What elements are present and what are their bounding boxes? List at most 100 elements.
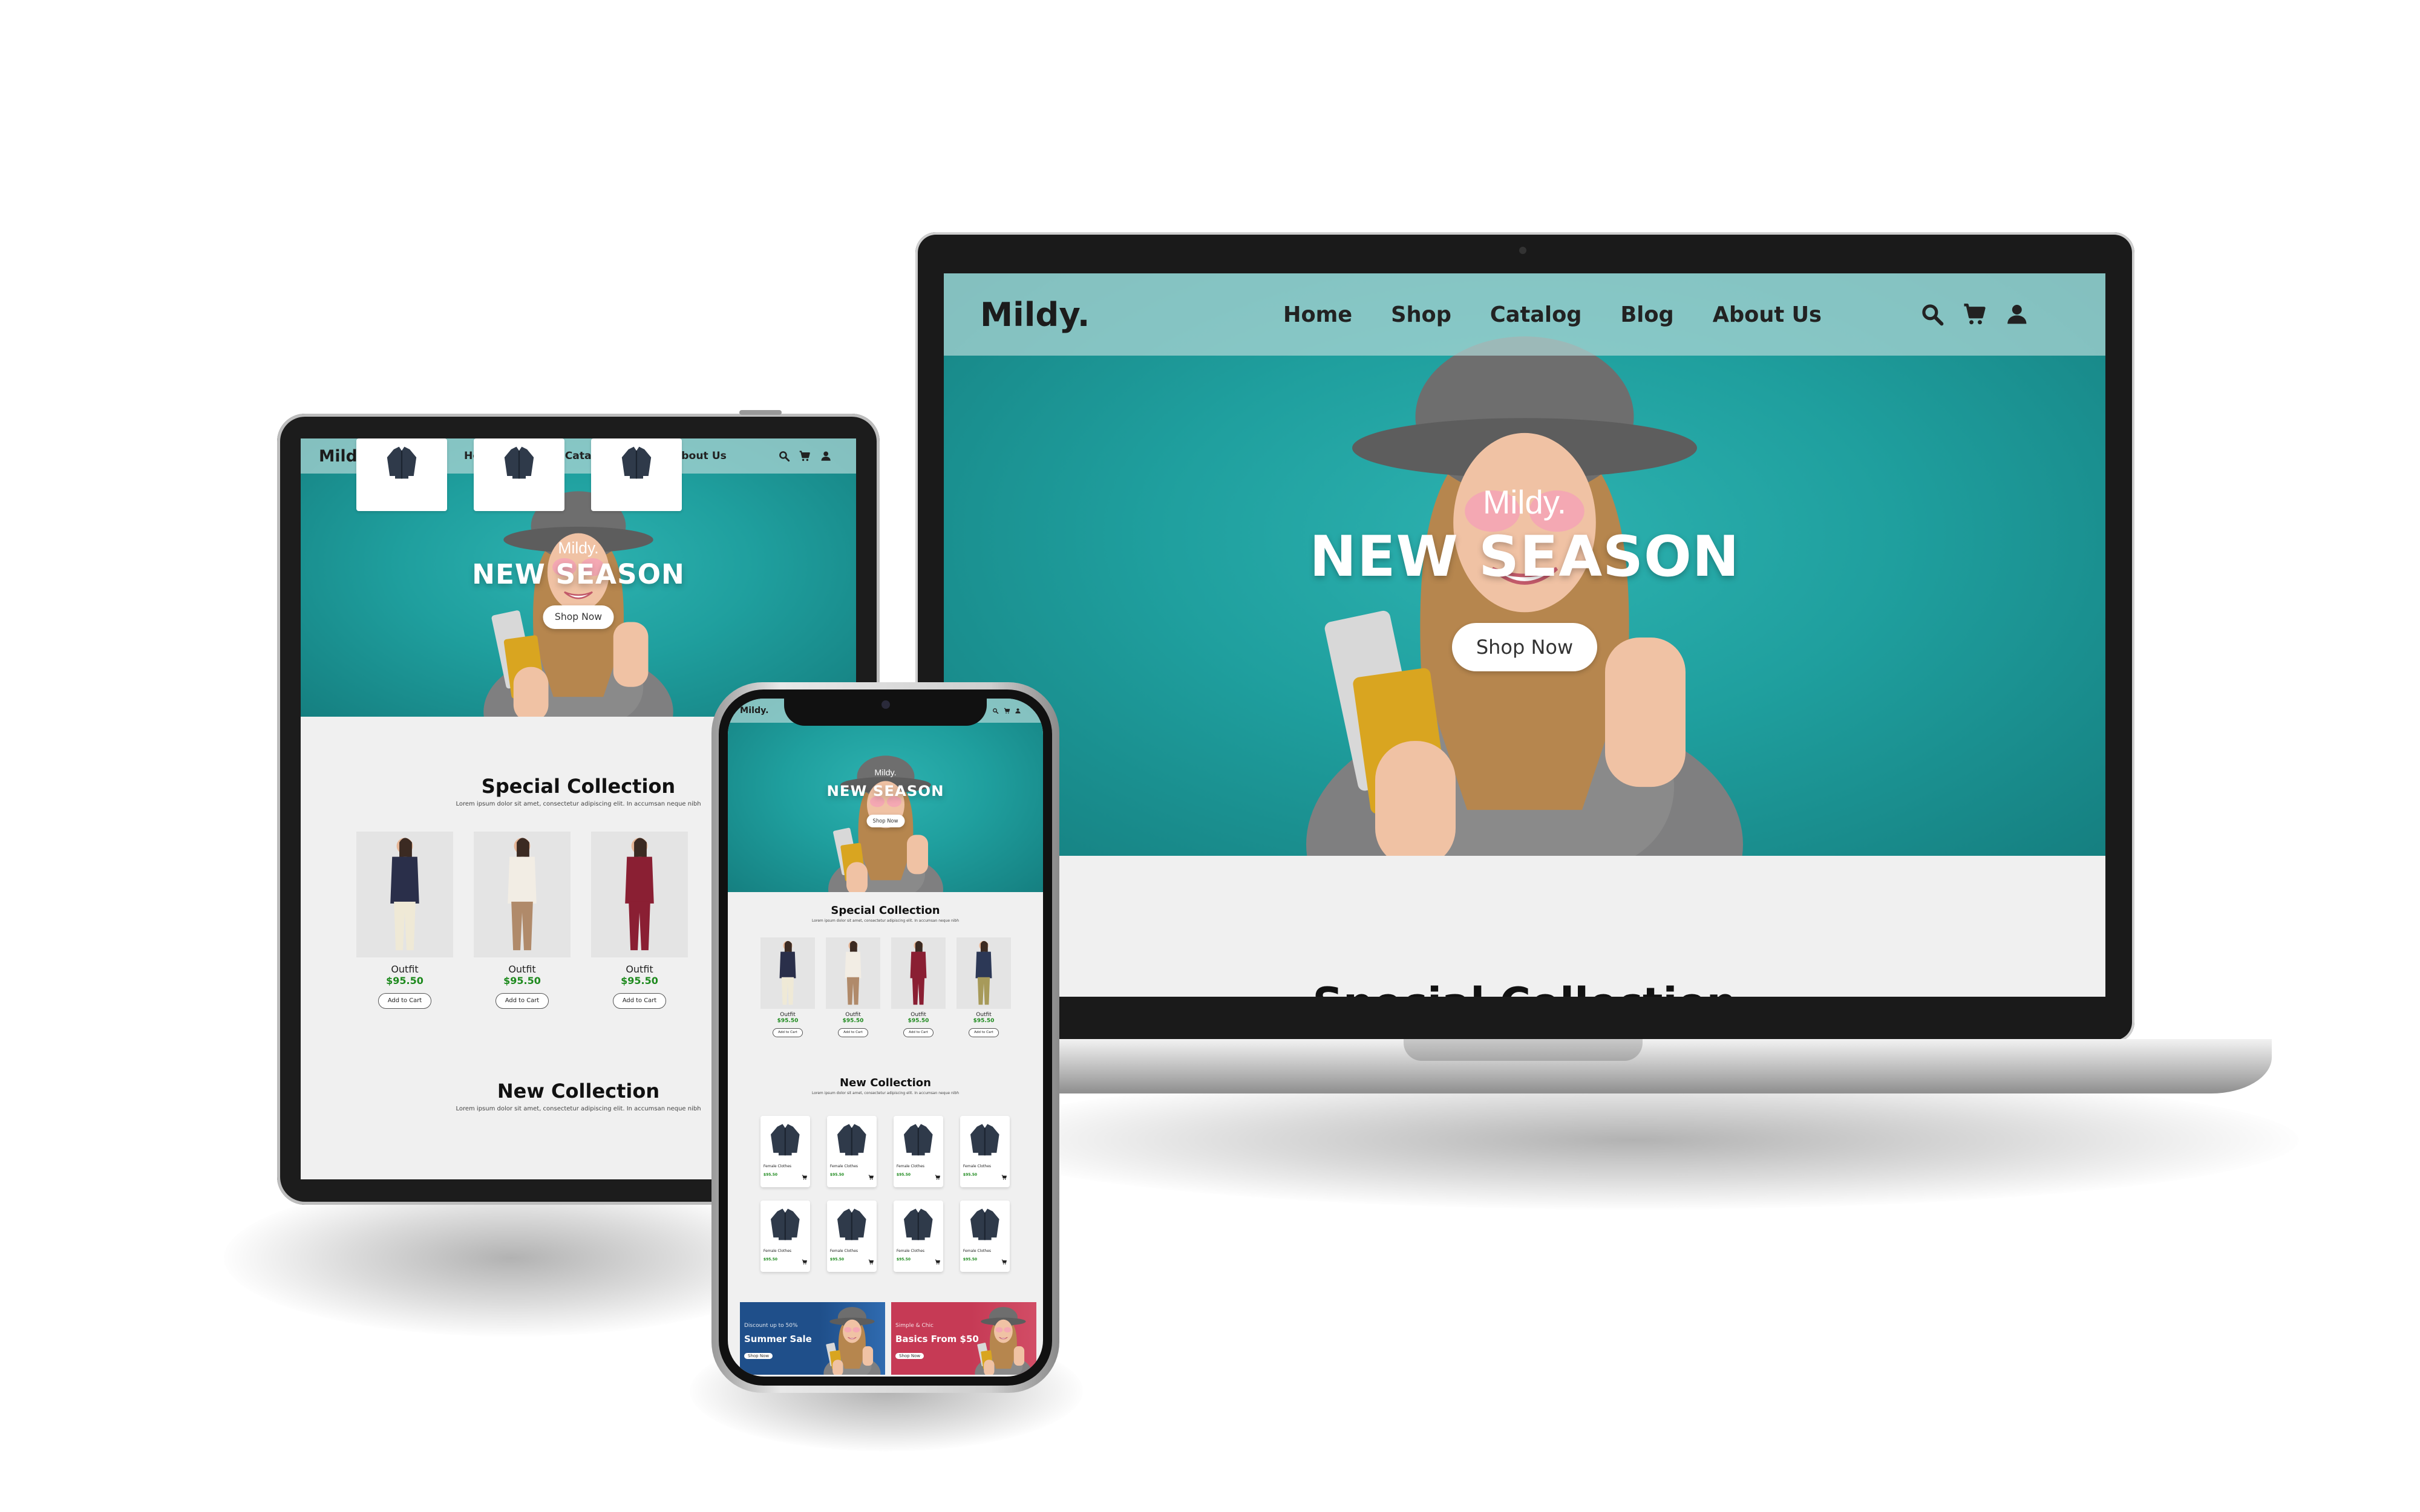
shop-now-button[interactable]: Shop Now (866, 815, 904, 827)
new-collection-card[interactable] (591, 438, 682, 511)
jacket-image[interactable] (965, 1120, 1005, 1159)
cart-icon[interactable] (1004, 708, 1010, 714)
banner-tag: Discount up to 50% (744, 1322, 798, 1329)
jacket-image[interactable] (365, 443, 438, 483)
special-collection-title: Special Collection (831, 904, 940, 917)
jacket-image[interactable] (898, 1120, 938, 1159)
hero-subtitle: Mildy. (558, 538, 599, 557)
shop-now-button[interactable]: Shop Now (543, 605, 614, 629)
jacket-image[interactable] (965, 1205, 1005, 1244)
product-price: $95.50 (621, 974, 658, 986)
jacket-image[interactable] (765, 1120, 805, 1159)
cart-icon[interactable] (802, 1256, 808, 1268)
product-image[interactable] (891, 937, 946, 1009)
new-collection-card[interactable] (356, 438, 447, 511)
cart-icon[interactable] (1001, 1171, 1007, 1183)
new-collection-desc: Lorem ipsum dolor sit amet, consectetur … (811, 1091, 960, 1096)
search-icon[interactable] (1920, 302, 1945, 327)
product-name: Outfit (626, 963, 653, 975)
search-icon[interactable] (992, 708, 999, 714)
product-image[interactable] (474, 832, 571, 957)
product-price: $95.50 (842, 1018, 864, 1025)
new-collection-card[interactable]: Female Clothes $95.50 (827, 1201, 877, 1272)
special-product-card[interactable]: Outfit $95.50 Add to Cart (356, 832, 453, 1009)
special-product-card[interactable]: Outfit $95.50 Add to Cart (826, 937, 880, 1037)
jacket-image[interactable] (600, 443, 673, 483)
special-product-card[interactable]: Outfit $95.50 Add to Cart (591, 832, 688, 1009)
item-price: $95.50 (829, 1173, 845, 1178)
cart-icon[interactable] (868, 1171, 874, 1183)
special-product-card[interactable]: Outfit $95.50 Add to Cart (760, 937, 815, 1037)
cart-icon[interactable] (1962, 302, 1987, 327)
nav-link-home[interactable]: Home (1283, 302, 1352, 327)
phone-screen: Mildy.NEW SEASONShop NowMildy.HomeShopCa… (728, 699, 1043, 1377)
hero-title: NEW SEASON (472, 558, 685, 590)
banner-title: Summer Sale (744, 1333, 812, 1344)
special-product-card[interactable]: Outfit $95.50 Add to Cart (474, 832, 571, 1009)
promo-banner-1[interactable]: Discount up to 50% Summer Sale Shop Now (740, 1302, 885, 1375)
jacket-image[interactable] (832, 1120, 872, 1159)
user-icon[interactable] (2004, 302, 2030, 327)
banner-button[interactable]: Shop Now (744, 1353, 773, 1359)
add-to-cart-button[interactable]: Add to Cart (495, 992, 549, 1009)
nav-link-catalog[interactable]: Catalog (1490, 302, 1582, 327)
special-product-card[interactable]: Outfit $95.50 Add to Cart (891, 937, 946, 1037)
product-name: Outfit (845, 1012, 861, 1018)
product-name: Outfit (508, 963, 536, 975)
product-image[interactable] (760, 937, 815, 1009)
product-image[interactable] (591, 832, 688, 957)
cart-icon[interactable] (935, 1171, 941, 1183)
jacket-image[interactable] (483, 443, 555, 483)
special-product-card[interactable]: Outfit $95.50 Add to Cart (957, 937, 1011, 1037)
shop-now-button[interactable]: Shop Now (1452, 622, 1597, 671)
item-price: $95.50 (763, 1173, 778, 1178)
product-image[interactable] (356, 832, 453, 957)
item-name: Female Clothes (763, 1249, 792, 1254)
new-collection-card[interactable]: Female Clothes $95.50 (760, 1201, 810, 1272)
site-logo[interactable]: Mildy. (740, 706, 769, 715)
add-to-cart-button[interactable]: Add to Cart (838, 1028, 868, 1037)
nav-link-blog[interactable]: Blog (1620, 302, 1673, 327)
hero-section: Mildy. NEW SEASON Shop Now (944, 273, 2105, 856)
banner-title: Basics From $50 (895, 1333, 979, 1344)
product-price: $95.50 (777, 1018, 799, 1025)
item-name: Female Clothes (829, 1249, 858, 1254)
new-collection-card[interactable]: Female Clothes $95.50 (760, 1116, 810, 1187)
banner-tag: Simple & Chic (895, 1322, 934, 1329)
cart-icon[interactable] (802, 1171, 808, 1183)
product-image[interactable] (957, 937, 1011, 1009)
new-collection-card[interactable] (474, 438, 564, 511)
add-to-cart-button[interactable]: Add to Cart (613, 992, 666, 1009)
user-icon[interactable] (820, 450, 832, 462)
jacket-image[interactable] (898, 1205, 938, 1244)
add-to-cart-button[interactable]: Add to Cart (378, 992, 431, 1009)
phone-camera (881, 700, 890, 709)
add-to-cart-button[interactable]: Add to Cart (903, 1028, 934, 1037)
add-to-cart-button[interactable]: Add to Cart (773, 1028, 803, 1037)
new-collection-card[interactable]: Female Clothes $95.50 (960, 1201, 1010, 1272)
nav-link-shop[interactable]: Shop (1391, 302, 1451, 327)
site-logo[interactable]: Mildy. (980, 296, 1090, 334)
search-icon[interactable] (778, 450, 790, 462)
hero-title: NEW SEASON (1309, 524, 1740, 590)
cart-icon[interactable] (935, 1256, 941, 1268)
user-icon[interactable] (1015, 708, 1021, 714)
item-price: $95.50 (963, 1173, 978, 1178)
banner-button[interactable]: Shop Now (895, 1353, 924, 1359)
add-to-cart-button[interactable]: Add to Cart (969, 1028, 999, 1037)
new-collection-card[interactable]: Female Clothes $95.50 (960, 1116, 1010, 1187)
new-collection-card[interactable]: Female Clothes $95.50 (894, 1116, 943, 1187)
item-price: $95.50 (963, 1257, 978, 1262)
cart-icon[interactable] (1001, 1256, 1007, 1268)
nav-icons (778, 450, 832, 462)
jacket-image[interactable] (832, 1205, 872, 1244)
new-collection-card[interactable]: Female Clothes $95.50 (894, 1201, 943, 1272)
new-collection-card[interactable]: Female Clothes $95.50 (827, 1116, 877, 1187)
nav-link-about-us[interactable]: About Us (1713, 302, 1822, 327)
promo-banner-2[interactable]: Simple & Chic Basics From $50 Shop Now (891, 1302, 1036, 1375)
hero-title: NEW SEASON (826, 781, 944, 800)
cart-icon[interactable] (868, 1256, 874, 1268)
cart-icon[interactable] (799, 450, 811, 462)
product-image[interactable] (826, 937, 880, 1009)
jacket-image[interactable] (765, 1205, 805, 1244)
